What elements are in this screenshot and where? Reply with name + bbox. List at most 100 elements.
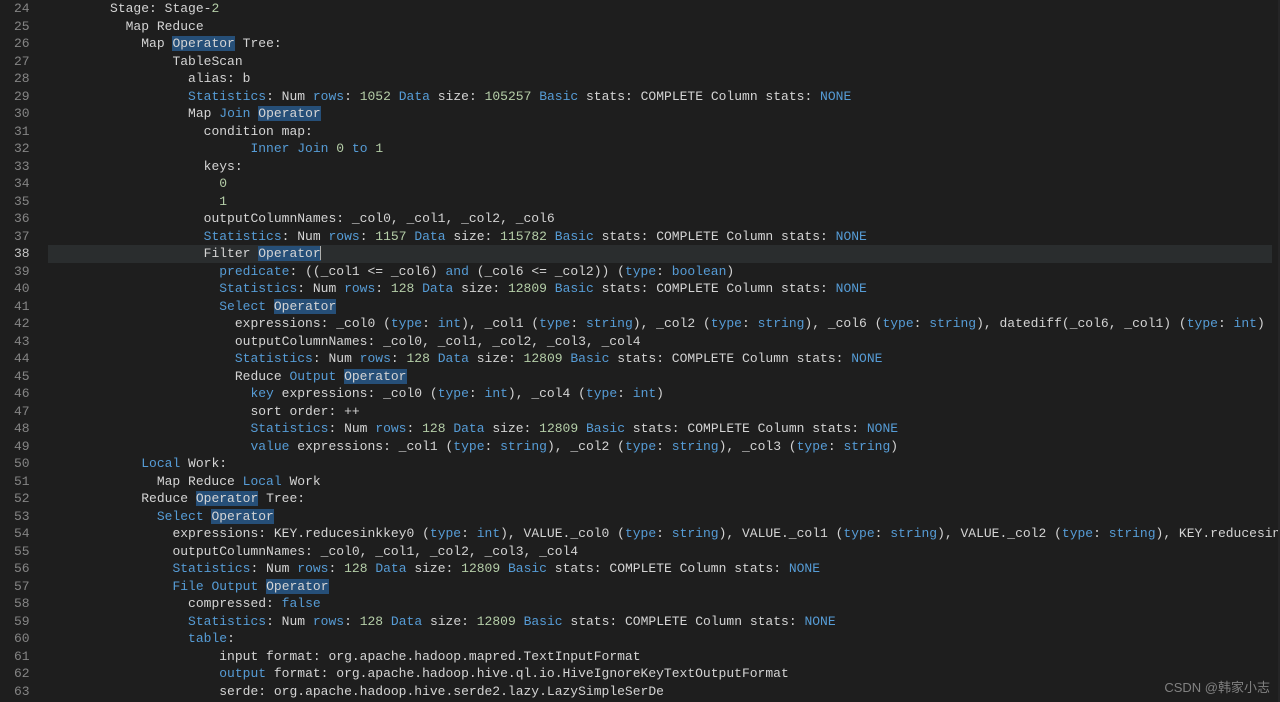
- code-token: : ((_col1 <= _col6): [289, 264, 445, 279]
- code-line[interactable]: compressed: false: [48, 595, 1272, 613]
- code-line[interactable]: File Output Operator: [48, 578, 1272, 596]
- code-line[interactable]: Map Operator Tree:: [48, 35, 1272, 53]
- code-line[interactable]: Select Operator: [48, 298, 1272, 316]
- line-number: 30: [14, 105, 30, 123]
- code-line[interactable]: Reduce Operator Tree:: [48, 490, 1272, 508]
- code-token: output: [219, 666, 266, 681]
- code-line[interactable]: predicate: ((_col1 <= _col6) and (_col6 …: [48, 263, 1272, 281]
- code-token: stats: COMPLETE Column stats:: [594, 281, 836, 296]
- code-token: NONE: [836, 281, 867, 296]
- code-token: Map: [188, 106, 219, 121]
- code-token: :: [344, 614, 360, 629]
- line-number-gutter: 2425262728293031323334353637383940414243…: [0, 0, 48, 702]
- code-token: compressed:: [188, 596, 282, 611]
- code-token: Basic: [508, 561, 547, 576]
- code-line[interactable]: Statistics: Num rows: 128 Data size: 128…: [48, 350, 1272, 368]
- code-token: ), _col1 (: [461, 316, 539, 331]
- code-token: [266, 299, 274, 314]
- code-line[interactable]: value expressions: _col1 (type: string),…: [48, 438, 1272, 456]
- line-number: 34: [14, 175, 30, 193]
- code-line[interactable]: table:: [48, 630, 1272, 648]
- code-token: TableScan: [172, 54, 242, 69]
- code-token: :: [391, 351, 407, 366]
- code-line[interactable]: input format: org.apache.hadoop.mapred.T…: [48, 648, 1272, 666]
- code-line[interactable]: 0: [48, 175, 1272, 193]
- code-token: serde: org.apache.hadoop.hive.serde2.laz…: [219, 684, 664, 699]
- code-token: 128: [344, 561, 367, 576]
- code-token: type: [625, 264, 656, 279]
- code-token: :: [375, 281, 391, 296]
- code-token: sort order: ++: [250, 404, 359, 419]
- code-line[interactable]: serde: org.apache.hadoop.hive.serde2.laz…: [48, 683, 1272, 701]
- code-line[interactable]: outputColumnNames: _col0, _col1, _col2, …: [48, 543, 1272, 561]
- code-token: Map: [141, 36, 172, 51]
- code-line[interactable]: Filter Operator: [48, 245, 1272, 263]
- code-token: rows: [360, 351, 391, 366]
- code-area[interactable]: Stage: Stage-2 Map Reduce Map Operator T…: [48, 0, 1280, 702]
- code-line[interactable]: Select Operator: [48, 508, 1272, 526]
- code-line[interactable]: key expressions: _col0 (type: int), _col…: [48, 385, 1272, 403]
- code-token: :: [914, 316, 930, 331]
- code-line[interactable]: expressions: KEY.reducesinkkey0 (type: i…: [48, 525, 1272, 543]
- code-line[interactable]: Statistics: Num rows: 1052 Data size: 10…: [48, 88, 1272, 106]
- code-line[interactable]: outputColumnNames: _col0, _col1, _col2, …: [48, 333, 1272, 351]
- code-line[interactable]: Statistics: Num rows: 1157 Data size: 11…: [48, 228, 1272, 246]
- code-line[interactable]: alias: b: [48, 70, 1272, 88]
- line-number: 63: [14, 683, 30, 701]
- code-line[interactable]: Map Join Operator: [48, 105, 1272, 123]
- code-token: ): [656, 386, 664, 401]
- code-line[interactable]: condition map:: [48, 123, 1272, 141]
- code-line[interactable]: Map Reduce Local Work: [48, 473, 1272, 491]
- code-token: Select: [157, 509, 204, 524]
- code-token: 1052: [360, 89, 391, 104]
- line-number: 50: [14, 455, 30, 473]
- code-line[interactable]: outputColumnNames: _col0, _col1, _col2, …: [48, 210, 1272, 228]
- code-line[interactable]: expressions: _col0 (type: int), _col1 (t…: [48, 315, 1272, 333]
- code-line[interactable]: sort order: ++: [48, 403, 1272, 421]
- code-token: type: [625, 439, 656, 454]
- code-line[interactable]: Stage: Stage-2: [48, 0, 1272, 18]
- line-number: 43: [14, 333, 30, 351]
- code-token: [258, 579, 266, 594]
- code-line[interactable]: output format: org.apache.hadoop.hive.ql…: [48, 665, 1272, 683]
- code-token: type: [438, 386, 469, 401]
- code-editor[interactable]: 2425262728293031323334353637383940414243…: [0, 0, 1280, 702]
- code-token: 12809: [477, 614, 516, 629]
- code-token: 1: [375, 141, 383, 156]
- code-token: Operator: [266, 579, 328, 594]
- code-line[interactable]: Statistics: Num rows: 128 Data size: 128…: [48, 280, 1272, 298]
- code-line[interactable]: Local Work:: [48, 455, 1272, 473]
- code-line[interactable]: Reduce Output Operator: [48, 368, 1272, 386]
- code-token: Data: [414, 229, 445, 244]
- code-token: :: [485, 439, 501, 454]
- code-token: string: [843, 439, 890, 454]
- code-token: Operator: [274, 299, 336, 314]
- code-token: and: [446, 264, 469, 279]
- code-line[interactable]: keys:: [48, 158, 1272, 176]
- line-number: 27: [14, 53, 30, 71]
- code-token: Data: [391, 614, 422, 629]
- code-token: stats: COMPLETE Column stats:: [547, 561, 789, 576]
- code-line[interactable]: Statistics: Num rows: 128 Data size: 128…: [48, 560, 1272, 578]
- code-token: :: [328, 561, 344, 576]
- code-line[interactable]: TableScan: [48, 53, 1272, 71]
- code-token: 1157: [375, 229, 406, 244]
- code-token: 128: [422, 421, 445, 436]
- code-token: alias: b: [188, 71, 250, 86]
- code-line[interactable]: Statistics: Num rows: 128 Data size: 128…: [48, 420, 1272, 438]
- code-line[interactable]: Inner Join 0 to 1: [48, 140, 1272, 158]
- line-number: 32: [14, 140, 30, 158]
- code-line[interactable]: Map Reduce: [48, 18, 1272, 36]
- code-token: type: [882, 316, 913, 331]
- code-token: stats: COMPLETE Column stats:: [578, 89, 820, 104]
- code-token: : Num: [313, 351, 360, 366]
- code-token: type: [625, 526, 656, 541]
- code-token: NONE: [851, 351, 882, 366]
- code-token: int: [485, 386, 508, 401]
- code-token: type: [797, 439, 828, 454]
- code-line[interactable]: Statistics: Num rows: 128 Data size: 128…: [48, 613, 1272, 631]
- code-token: 115782: [500, 229, 547, 244]
- code-token: Inner Join: [250, 141, 328, 156]
- code-token: ), _col4 (: [508, 386, 586, 401]
- code-line[interactable]: 1: [48, 193, 1272, 211]
